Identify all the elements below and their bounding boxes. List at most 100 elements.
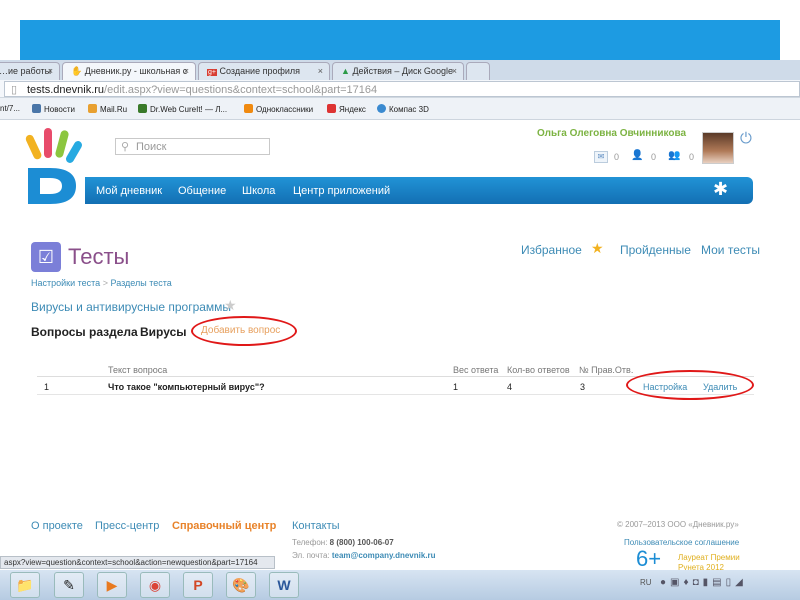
language-indicator[interactable]: RU bbox=[640, 578, 652, 587]
tab-label: Дневник.ру - школьная с bbox=[84, 66, 188, 76]
slide-header-band bbox=[20, 20, 780, 60]
col-correct-answer: № Прав.Отв. bbox=[579, 365, 634, 375]
search-icon: ⚲ bbox=[121, 141, 130, 153]
browser-tab[interactable]: g+ Создание профиля × bbox=[198, 62, 330, 80]
google-plus-icon: g+ bbox=[207, 69, 217, 76]
favorites-link[interactable]: Избранное bbox=[521, 243, 582, 257]
browser-tab-active[interactable]: ✋ Дневник.ру - школьная с × bbox=[62, 62, 196, 80]
friend-requests-icon[interactable]: 👤 bbox=[631, 150, 645, 164]
close-icon[interactable]: × bbox=[48, 66, 53, 76]
kompas-icon bbox=[377, 104, 386, 113]
question-text: Что такое "компьютерный вирус"? bbox=[108, 382, 265, 392]
taskbar: 📁 ✎ ▶ ◉ P 🎨 W RU ●▣♦◘▮▤▯◢ bbox=[0, 570, 800, 600]
footer-press[interactable]: Пресс-центр bbox=[95, 520, 159, 532]
footer-help-center[interactable]: Справочный центр bbox=[172, 520, 276, 532]
phone-label: Телефон: bbox=[292, 538, 328, 547]
browser-tab-bar: …ие работы × ✋ Дневник.ру - школьная с × g… bbox=[0, 60, 800, 80]
media-player-icon[interactable]: ▶ bbox=[97, 572, 127, 598]
close-icon[interactable]: × bbox=[452, 66, 457, 76]
powerpoint-icon[interactable]: P bbox=[183, 572, 213, 598]
odnoklassniki-icon bbox=[244, 104, 253, 113]
google-drive-icon: ▲ bbox=[341, 66, 350, 76]
col-weight: Вес ответа bbox=[453, 365, 499, 375]
invitations-count: 0 bbox=[689, 152, 695, 162]
explorer-icon[interactable]: 📁 bbox=[10, 572, 40, 598]
search-input[interactable]: ⚲ Поиск bbox=[115, 138, 270, 155]
app-icon[interactable]: ✎ bbox=[54, 572, 84, 598]
footer-contacts[interactable]: Контакты bbox=[292, 520, 340, 532]
friends-count: 0 bbox=[651, 152, 657, 162]
tests-icon: ☑ bbox=[31, 242, 61, 272]
bookmark[interactable]: Одноклассники bbox=[244, 104, 313, 114]
completed-link[interactable]: Пройденные bbox=[620, 243, 691, 257]
breadcrumb-test-sections[interactable]: Разделы теста bbox=[110, 278, 171, 288]
bookmark-label: Dr.Web CureIt! — Л... bbox=[150, 105, 228, 114]
dnevnik-logo[interactable] bbox=[20, 128, 90, 206]
page-title: Тесты bbox=[68, 244, 130, 269]
browser-tab[interactable]: …ие работы × bbox=[0, 62, 60, 80]
tray-icons[interactable]: ●▣♦◘▮▤▯◢ bbox=[660, 577, 747, 588]
nav-my-diary[interactable]: Мой дневник bbox=[96, 185, 162, 197]
address-bar[interactable]: ▯ tests.dnevnik.ru/edit.aspx?view=questio… bbox=[0, 80, 800, 98]
bookmark[interactable]: nt/7... bbox=[0, 104, 20, 113]
user-name[interactable]: Ольга Олеговна Овчинникова bbox=[537, 128, 686, 139]
email-link[interactable]: team@company.dnevnik.ru bbox=[332, 551, 436, 560]
footer-email: Эл. почта: team@company.dnevnik.ru bbox=[292, 551, 436, 560]
new-tab-button[interactable] bbox=[466, 62, 490, 80]
breadcrumb: Настройки теста > Разделы теста bbox=[31, 278, 172, 288]
messages-count: 0 bbox=[614, 152, 620, 162]
bookmark[interactable]: Яндекс bbox=[327, 104, 366, 114]
bookmark-label: Одноклассники bbox=[256, 105, 314, 114]
highlight-ellipse bbox=[626, 370, 754, 400]
test-name[interactable]: Вирусы и антивирусные программы bbox=[31, 300, 231, 314]
email-label: Эл. почта: bbox=[292, 551, 330, 560]
footer-about[interactable]: О проекте bbox=[31, 520, 83, 532]
page-icon: ▯ bbox=[11, 84, 18, 96]
url-path: /edit.aspx?view=questions&context=school… bbox=[104, 84, 378, 96]
url-host: tests.dnevnik.ru bbox=[27, 84, 105, 96]
bookmark[interactable]: Компас 3D bbox=[377, 104, 429, 114]
bookmark-label: Компас 3D bbox=[389, 105, 429, 114]
search-placeholder: Поиск bbox=[136, 141, 167, 153]
section-label: Вопросы раздела bbox=[31, 325, 138, 339]
bookmark-label: Новости bbox=[44, 105, 75, 114]
tab-label: Создание профиля bbox=[219, 66, 301, 76]
bookmark[interactable]: Dr.Web CureIt! — Л... bbox=[138, 104, 227, 114]
answer-weight: 1 bbox=[453, 382, 459, 392]
footer-phone: Телефон: 8 (800) 100-06-07 bbox=[292, 538, 394, 547]
diary-favicon-icon: ✋ bbox=[71, 66, 83, 76]
row-number: 1 bbox=[44, 382, 50, 392]
favorite-star-icon[interactable]: ★ bbox=[224, 297, 237, 314]
breadcrumb-test-settings[interactable]: Настройки теста bbox=[31, 278, 100, 288]
main-nav: Мой дневник Общение Школа Центр приложен… bbox=[85, 177, 753, 204]
word-icon[interactable]: W bbox=[269, 572, 299, 598]
correct-answer: 3 bbox=[580, 382, 586, 392]
browser-tab[interactable]: ▲ Действия – Диск Google × bbox=[332, 62, 464, 80]
phone-number: 8 (800) 100-06-07 bbox=[329, 538, 394, 547]
chrome-icon[interactable]: ◉ bbox=[140, 572, 170, 598]
nav-communication[interactable]: Общение bbox=[178, 185, 226, 197]
age-rating: 6+ bbox=[636, 546, 662, 571]
close-icon[interactable]: × bbox=[184, 66, 189, 76]
power-icon[interactable]: ⏻ bbox=[740, 130, 752, 147]
invitations-icon[interactable]: 👥 bbox=[668, 150, 682, 164]
gear-icon[interactable]: ✱ bbox=[713, 179, 728, 200]
nav-school[interactable]: Школа bbox=[242, 185, 275, 197]
mailru-icon bbox=[88, 104, 97, 113]
yandex-icon bbox=[327, 104, 336, 113]
col-question-text: Текст вопроса bbox=[108, 365, 168, 375]
paint-icon[interactable]: 🎨 bbox=[226, 572, 256, 598]
bookmark[interactable]: Mail.Ru bbox=[88, 104, 127, 114]
nav-app-center[interactable]: Центр приложений bbox=[293, 185, 390, 197]
tab-label: …ие работы bbox=[0, 66, 52, 76]
my-tests-link[interactable]: Мои тесты bbox=[701, 243, 760, 257]
bookmark-label: Яндекс bbox=[339, 105, 366, 114]
status-bar-url: aspx?view=question&context=school&action… bbox=[0, 556, 275, 569]
bookmark[interactable]: Новости bbox=[32, 104, 75, 114]
messages-icon[interactable]: ✉ bbox=[594, 151, 608, 163]
copyright: © 2007–2013 ООО «Дневник.ру» bbox=[617, 520, 739, 529]
close-icon[interactable]: × bbox=[318, 66, 323, 76]
col-answers-count: Кол-во ответов bbox=[507, 365, 570, 375]
tab-label: Действия – Диск Google bbox=[352, 66, 453, 76]
avatar[interactable] bbox=[702, 132, 734, 164]
